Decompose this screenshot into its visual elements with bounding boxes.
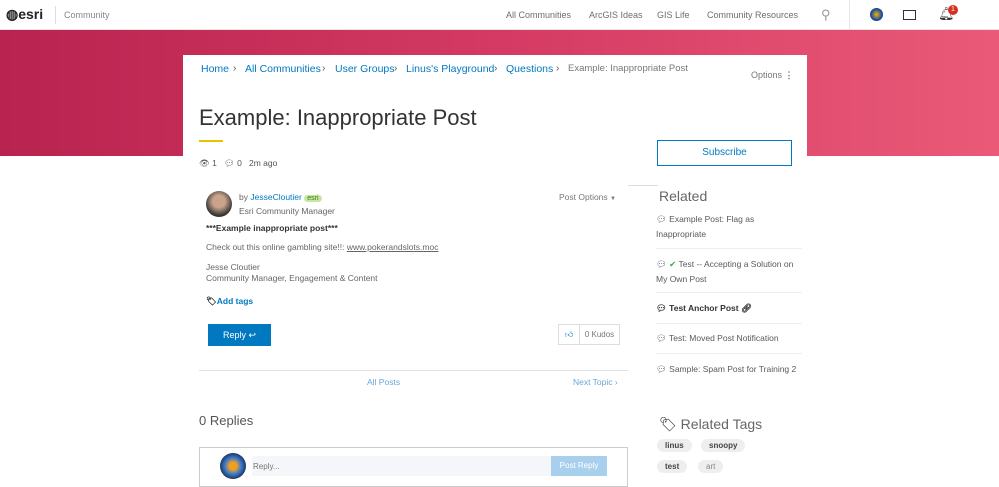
post-options[interactable]: Post Options ▼ (559, 192, 616, 202)
related-item[interactable]: 💬︎ Example Post: Flag as Inappropriate (656, 212, 802, 249)
related-item-title: Test: Moved Post Notification (669, 333, 779, 343)
thumbs-up-icon[interactable]: 👍︎ (559, 325, 580, 344)
author-avatar[interactable] (206, 191, 232, 217)
author-link[interactable]: JesseCloutier (250, 192, 302, 202)
community-link[interactable]: Community (64, 10, 110, 20)
chevron-right-icon: › (494, 63, 498, 74)
reply-arrow-icon: ↩ (248, 330, 257, 340)
divider (199, 370, 628, 371)
nav-gis-life[interactable]: GIS Life (657, 10, 690, 20)
divider (628, 185, 658, 186)
post-meta: 👁︎ 1 💬︎ 0 2m ago (199, 158, 277, 169)
options-label: Options (751, 70, 783, 80)
check-icon: ✔ (669, 259, 677, 269)
kebab-icon: ⋮ (784, 70, 794, 80)
kudos-widget: 👍︎ 0 Kudos (558, 324, 620, 345)
nav-arcgis-ideas[interactable]: ArcGIS Ideas (589, 10, 643, 20)
breadcrumb-user-groups[interactable]: User Groups (335, 63, 395, 75)
signature-title: Community Manager, Engagement & Content (206, 273, 378, 283)
related-tags-heading: 🏷︎ Related Tags (659, 416, 762, 433)
user-avatar (220, 453, 246, 479)
tag-icon: 🏷︎ (659, 416, 677, 432)
post-reply-button[interactable]: Post Reply (551, 456, 607, 476)
chevron-right-icon: › (322, 63, 326, 74)
link-icon: 🔗︎ (740, 303, 752, 313)
related-item[interactable]: 💬︎ Test Anchor Post 🔗︎ (656, 301, 802, 324)
subscribe-button[interactable]: Subscribe (657, 140, 792, 166)
kudos-count: 0 Kudos (584, 330, 615, 339)
next-topic-label: Next Topic (573, 377, 613, 387)
options-menu[interactable]: Options ⋮ (751, 70, 794, 81)
chevron-right-icon: › (394, 63, 398, 74)
comment-icon: 💬︎ (224, 158, 235, 168)
add-tags-label: Add tags (216, 296, 254, 306)
nav-all-communities[interactable]: All Communities (506, 10, 571, 20)
top-header: ◍esri Community All Communities ArcGIS I… (0, 0, 999, 30)
esri-logo[interactable]: ◍esri (6, 6, 43, 23)
page-title: Example: Inappropriate Post (199, 105, 477, 130)
related-item-title: Test -- Accepting a Solution on My Own P… (656, 259, 794, 284)
post-heading: ***Example inappropriate post*** (206, 223, 338, 233)
by-label: by (239, 192, 248, 202)
all-posts-link[interactable]: All Posts (367, 377, 400, 387)
chevron-right-icon: › (233, 63, 237, 74)
post-link[interactable]: www.pokerandslots.moc (347, 242, 439, 252)
tag-icon: 🏷︎ (206, 296, 217, 306)
tag-chip[interactable]: snoopy (701, 439, 746, 452)
divider (849, 0, 850, 30)
replies-heading: 0 Replies (199, 413, 254, 428)
comment-count: 0 (237, 158, 242, 168)
related-item[interactable]: 💬︎ ✔ Test -- Accepting a Solution on My … (656, 257, 802, 293)
breadcrumb-questions[interactable]: Questions (506, 63, 553, 75)
tag-chip[interactable]: test (657, 460, 688, 473)
reply-button[interactable]: Reply ↩ (208, 324, 271, 346)
divider (55, 6, 56, 24)
tag-chip[interactable]: art (698, 460, 724, 473)
post-body: Check out this online gambling site!!: w… (206, 242, 438, 252)
avatar[interactable] (870, 8, 883, 21)
breadcrumb-all-communities[interactable]: All Communities (245, 63, 321, 75)
view-count: 1 (212, 158, 217, 168)
author-role: Esri Community Manager (239, 206, 335, 216)
mail-icon[interactable] (903, 10, 916, 20)
related-item[interactable]: 💬︎ Sample: Spam Post for Training 2 (656, 362, 802, 384)
breadcrumb-current: Example: Inappropriate Post (568, 63, 688, 74)
related-item[interactable]: 💬︎ Test: Moved Post Notification (656, 331, 802, 354)
chevron-right-icon: › (556, 63, 560, 74)
author-line: by JesseCloutier esri (239, 192, 322, 202)
signature-name: Jesse Cloutier (206, 262, 260, 272)
caret-down-icon: ▼ (610, 196, 616, 202)
related-tags-title: Related Tags (680, 416, 763, 432)
related-item-title: Test Anchor Post (669, 303, 739, 313)
reply-input[interactable] (252, 456, 552, 476)
breadcrumb-linus-playground[interactable]: Linus's Playground (406, 63, 494, 75)
post-body-text: Check out this online gambling site!!: (206, 242, 345, 252)
eye-icon: 👁︎ (199, 158, 210, 168)
notification-badge: 1 (948, 5, 958, 15)
related-item-title: Sample: Spam Post for Training 2 (669, 364, 797, 374)
reply-label: Reply (222, 330, 246, 340)
timestamp: 2m ago (249, 158, 278, 168)
esri-badge: esri (304, 195, 322, 202)
next-topic-link[interactable]: Next Topic › (573, 377, 618, 387)
related-item-title: Example Post: Flag as Inappropriate (656, 214, 755, 239)
globe-icon: ◍ (6, 6, 19, 22)
post-options-label: Post Options (559, 192, 608, 202)
breadcrumb-home[interactable]: Home (201, 63, 229, 75)
search-icon[interactable]: ⚲ (821, 7, 831, 23)
tag-chip[interactable]: linus (657, 439, 692, 452)
add-tags-link[interactable]: 🏷︎Add tags (206, 296, 253, 307)
nav-community-resources[interactable]: Community Resources (707, 10, 798, 20)
title-underline (199, 140, 223, 142)
related-heading: Related (659, 188, 708, 204)
